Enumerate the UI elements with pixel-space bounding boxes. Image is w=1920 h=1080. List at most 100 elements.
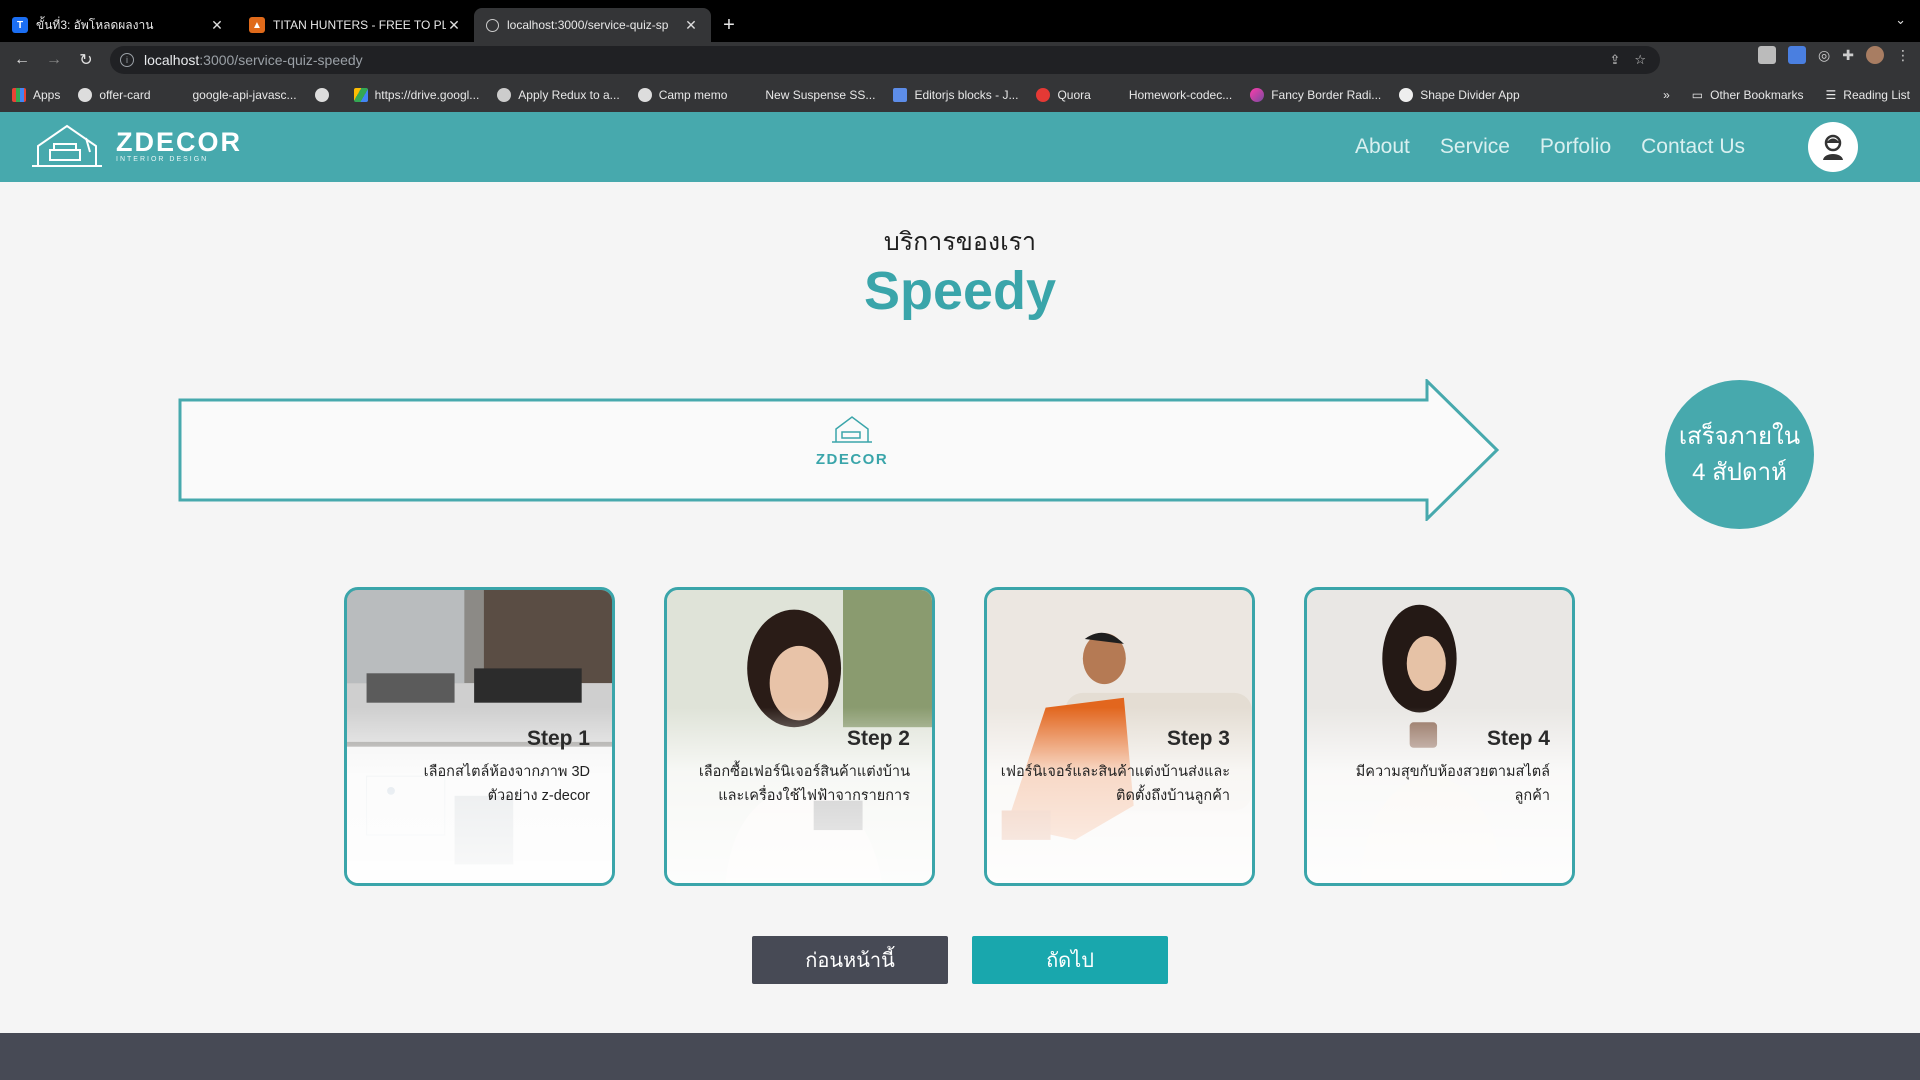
browser-tab-1[interactable]: T ขั้นที่3: อัพโหลดผลงาน ✕ — [0, 8, 237, 42]
tab-favicon-icon: ▲ — [249, 17, 265, 33]
arrow-logo-brand: ZDECOR — [815, 451, 889, 468]
globe-icon — [637, 88, 652, 102]
bookmark-label: Editorjs blocks - J... — [914, 88, 1019, 102]
bookmark-item[interactable]: Shape Divider App — [1399, 88, 1520, 102]
timeline-arrow: ZDECOR — [178, 377, 1501, 523]
bookmark-label: Apply Redux to a... — [518, 88, 620, 102]
service-page: บริการของเรา Speedy ZDECOR เสร็จภายใน 4 … — [0, 182, 1920, 1033]
url-path: :3000/service-quiz-speedy — [199, 52, 363, 68]
step-description: มีความสุขกับห้องสวยตามสไตล์ ลูกค้า — [1310, 760, 1550, 808]
globe-icon — [78, 88, 93, 102]
folder-icon: ▭ — [1691, 88, 1704, 102]
step-card-2[interactable]: Step 2 เลือกซื้อเฟอร์นิเจอร์สินค้าแต่งบ้… — [664, 587, 935, 886]
bookmark-apps[interactable]: Apps — [12, 88, 60, 102]
bookmark-item[interactable]: Homework-codec... — [1109, 88, 1232, 102]
bookmark-label: Fancy Border Radi... — [1271, 88, 1382, 102]
step-description: เฟอร์นิเจอร์และสินค้าแต่งบ้านส่งและ ติดต… — [990, 760, 1230, 808]
bookmark-star-icon[interactable]: ☆ — [1634, 52, 1646, 68]
bookmark-label: https://drive.googl... — [374, 88, 480, 102]
site-logo[interactable]: ZDECOR INTERIOR DESIGN — [28, 122, 242, 168]
target-icon[interactable]: ◎ — [1818, 47, 1830, 64]
apps-grid-icon — [12, 88, 26, 102]
bookmark-label: Camp memo — [658, 88, 728, 102]
bookmarks-overflow-icon[interactable]: » — [1663, 88, 1670, 102]
nav-about[interactable]: About — [1355, 135, 1410, 159]
step-description-line: เฟอร์นิเจอร์และสินค้าแต่งบ้านส่งและ — [1000, 764, 1230, 780]
tab-title: TITAN HUNTERS - FREE TO PL — [273, 18, 446, 32]
tab-title: localhost:3000/service-quiz-sp — [507, 18, 669, 32]
bookmark-item[interactable]: offer-card — [78, 88, 151, 102]
logo-house-icon — [32, 124, 102, 167]
tab-close-icon[interactable]: ✕ — [209, 17, 225, 34]
page-title: Speedy — [863, 261, 1057, 321]
bookmark-item[interactable]: Editorjs blocks - J... — [893, 88, 1018, 102]
browser-toolbar: ← → ↻ i localhost :3000/service-quiz-spe… — [0, 42, 1920, 78]
editorjs-icon — [893, 88, 908, 102]
step-card-4[interactable]: Step 4 มีความสุขกับห้องสวยตามสไตล์ ลูกค้… — [1304, 587, 1575, 886]
address-bar[interactable]: i localhost :3000/service-quiz-speedy ⇪ … — [110, 46, 1660, 74]
bookmark-item[interactable]: Camp memo — [637, 88, 728, 102]
nav-service[interactable]: Service — [1440, 135, 1510, 159]
reading-list[interactable]: ☰ Reading List — [1826, 88, 1910, 102]
bookmark-item[interactable]: Apply Redux to a... — [497, 88, 620, 102]
translate-icon[interactable] — [1788, 46, 1807, 64]
tab-close-icon[interactable]: ✕ — [683, 17, 699, 34]
new-tab-button[interactable]: + — [711, 8, 747, 42]
forward-icon[interactable]: → — [38, 44, 70, 76]
main-nav: About Service Porfolio Contact Us — [1355, 112, 1745, 182]
bookmarks-bar: Apps offer-card google-api-javasc... htt… — [0, 78, 1920, 112]
step-description-line: เลือกสไตล์ห้องจากภาพ 3D — [423, 764, 590, 780]
arrow-logo: ZDECOR — [814, 414, 890, 468]
step-title: Step 2 — [846, 727, 910, 750]
drive-icon — [353, 88, 368, 102]
section-subtitle: บริการของเรา — [883, 228, 1037, 256]
tab-search-icon[interactable]: ⌄ — [1895, 12, 1906, 28]
browser-tab-2[interactable]: ▲ TITAN HUNTERS - FREE TO PL ✕ — [237, 8, 474, 42]
user-avatar[interactable] — [1808, 122, 1858, 172]
bookmark-label: New Suspense SS... — [765, 88, 876, 102]
bookmark-item[interactable]: https://drive.googl... — [353, 88, 480, 102]
bookmark-item[interactable]: Quora — [1036, 88, 1091, 102]
site-info-icon[interactable]: i — [120, 53, 134, 67]
bookmark-item[interactable]: Fancy Border Radi... — [1250, 88, 1381, 102]
other-bookmarks-label: Other Bookmarks — [1710, 88, 1804, 102]
browser-tab-bar: T ขั้นที่3: อัพโหลดผลงาน ✕ ▲ TITAN HUNTE… — [0, 0, 1920, 42]
bookmark-label: offer-card — [99, 88, 151, 102]
url-host: localhost — [144, 52, 200, 68]
brand-name: ZDECOR — [116, 127, 242, 157]
browser-tab-3[interactable]: localhost:3000/service-quiz-sp ✕ — [474, 8, 711, 42]
menu-icon[interactable]: ⋮ — [1896, 47, 1910, 64]
step-description-line: ตัวอย่าง z-decor — [487, 788, 590, 804]
step-card-1[interactable]: Step 1 เลือกสไตล์ห้องจากภาพ 3D ตัวอย่าง … — [344, 587, 615, 886]
next-button[interactable]: ถัดไป — [972, 936, 1168, 984]
globe-icon — [486, 18, 499, 32]
step-title: Step 4 — [1486, 727, 1550, 750]
globe-icon — [314, 88, 329, 102]
profile-icon[interactable] — [1866, 46, 1884, 64]
puzzle-icon[interactable]: ✚ — [1842, 47, 1854, 64]
bookmark-item[interactable] — [314, 88, 336, 102]
reading-list-label: Reading List — [1843, 88, 1910, 102]
other-bookmarks[interactable]: ▭ Other Bookmarks — [1692, 88, 1804, 102]
step-card-3[interactable]: Step 3 เฟอร์นิเจอร์และสินค้าแต่งบ้านส่งแ… — [984, 587, 1255, 886]
shape-divider-icon — [1399, 88, 1414, 102]
extension-icon[interactable] — [1758, 46, 1777, 64]
bookmark-item[interactable]: New Suspense SS... — [745, 88, 875, 102]
quora-icon — [1036, 88, 1051, 102]
bookmark-item[interactable]: google-api-javasc... — [169, 88, 297, 102]
bookmark-label: Quora — [1057, 88, 1091, 102]
nav-contact-us[interactable]: Contact Us — [1641, 135, 1745, 159]
tab-title: ขั้นที่3: อัพโหลดผลงาน — [36, 17, 154, 32]
step-title: Step 1 — [526, 727, 590, 750]
tab-close-icon[interactable]: ✕ — [446, 17, 462, 34]
back-icon[interactable]: ← — [6, 44, 38, 76]
nav-porfolio[interactable]: Porfolio — [1540, 135, 1611, 159]
step-title: Step 3 — [1166, 727, 1230, 750]
bookmark-label: Homework-codec... — [1128, 88, 1233, 102]
completion-line-1: เสร็จภายใน — [1678, 422, 1801, 450]
previous-button[interactable]: ก่อนหน้านี้ — [752, 936, 948, 984]
user-icon — [1823, 134, 1843, 160]
steps-list: Step 1 เลือกสไตล์ห้องจากภาพ 3D ตัวอย่าง … — [344, 587, 1577, 887]
reload-icon[interactable]: ↻ — [70, 44, 102, 76]
share-icon[interactable]: ⇪ — [1609, 52, 1620, 68]
